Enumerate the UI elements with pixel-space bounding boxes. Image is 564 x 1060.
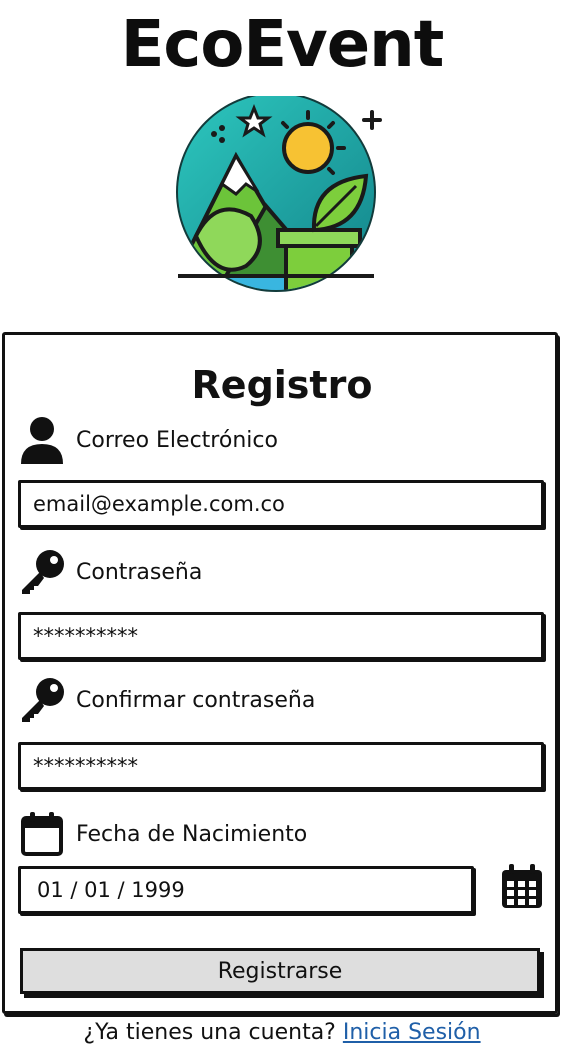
birthdate-label: Fecha de Nacimiento [76,821,308,847]
calendar-icon [18,810,66,858]
login-prompt: ¿Ya tienes una cuenta? Inicia Sesión [0,1020,564,1045]
login-prompt-text: ¿Ya tienes una cuenta? [83,1020,336,1045]
birthdate-label-row: Fecha de Nacimiento [18,810,307,858]
email-label-row: Correo Electrónico [18,416,278,464]
confirm-password-label-row: Confirmar contraseña [18,676,315,724]
ecoevent-logo [176,96,382,292]
date-picker-button[interactable] [498,864,546,914]
calendar-grid-icon [500,864,544,914]
password-input[interactable] [18,612,544,660]
password-label: Contraseña [76,559,203,585]
key-icon [18,548,66,596]
login-link[interactable]: Inicia Sesión [343,1020,481,1045]
confirm-password-input[interactable] [18,742,544,790]
confirm-password-label: Confirmar contraseña [76,687,316,713]
form-title: Registro [191,363,373,407]
password-label-row: Contraseña [18,548,202,596]
email-input[interactable] [18,480,544,528]
email-label: Correo Electrónico [76,427,278,453]
key-icon [18,676,66,724]
user-icon [18,416,66,464]
register-button[interactable]: Registrarse [20,948,540,994]
birthdate-input[interactable] [18,866,474,914]
app-title: EcoEvent [120,8,445,82]
